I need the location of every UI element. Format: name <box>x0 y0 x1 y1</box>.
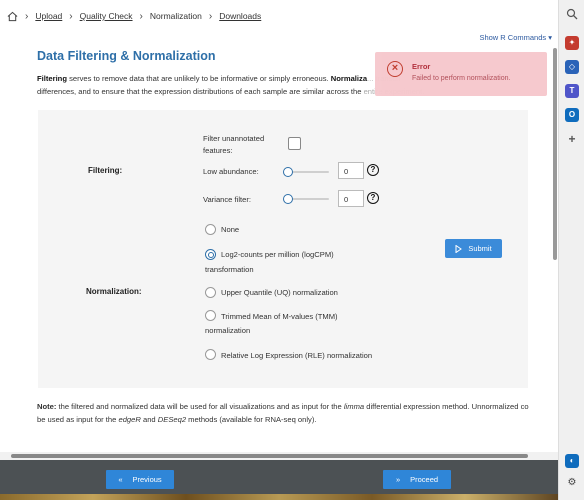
radio-none-label: None <box>221 225 240 234</box>
search-icon[interactable] <box>565 8 579 22</box>
radio-uq-label: Upper Quantile (UQ) normalization <box>221 288 338 297</box>
play-icon <box>455 244 463 253</box>
chevron-right-icon: › <box>25 10 29 22</box>
variance-filter-input[interactable]: 0 <box>338 190 364 207</box>
add-icon[interactable]: + <box>565 132 579 146</box>
breadcrumb: › Upload › Quality Check › Normalization… <box>0 0 558 32</box>
previous-button[interactable]: « Previous <box>106 470 174 489</box>
filter-unannotated-checkbox[interactable] <box>288 137 301 150</box>
breadcrumb-upload[interactable]: Upload <box>35 11 62 21</box>
office-icon[interactable]: ◇ <box>565 60 579 74</box>
help-icon[interactable]: ? <box>367 164 379 176</box>
error-x-icon: × <box>387 61 403 77</box>
filtering-section-label: Filtering: <box>88 166 123 175</box>
radio-logcpm-label-2: transformation <box>205 265 254 274</box>
help-icon[interactable]: ? <box>367 192 379 204</box>
tools-icon[interactable]: ✦ <box>565 36 579 50</box>
footer-bar: « Previous » Proceed <box>0 460 558 500</box>
radio-tmm-label: Trimmed Mean of M-values (TMM) <box>221 312 338 321</box>
variance-filter-label: Variance filter: <box>203 195 251 204</box>
teams-icon[interactable]: T <box>565 84 579 98</box>
slider-thumb[interactable] <box>283 194 293 204</box>
radio-none[interactable] <box>205 224 216 235</box>
chevron-right-icon: › <box>208 10 213 22</box>
page-title: Data Filtering & Normalization <box>37 49 216 63</box>
breadcrumb-downloads[interactable]: Downloads <box>219 11 261 21</box>
low-abundance-label: Low abundance: <box>203 167 259 176</box>
horizontal-scrollbar[interactable] <box>0 452 558 460</box>
show-r-commands-link[interactable]: Show R Commands ▾ <box>479 33 552 42</box>
double-chevron-left-icon: « <box>118 475 123 484</box>
low-abundance-slider[interactable] <box>283 167 329 177</box>
slider-thumb[interactable] <box>283 167 293 177</box>
radio-rle-label: Relative Log Expression (RLE) normalizat… <box>221 351 373 360</box>
radio-logcpm[interactable] <box>205 249 216 260</box>
low-abundance-input[interactable]: 0 <box>338 162 364 179</box>
toast-message: Failed to perform normalization. <box>412 75 511 82</box>
error-toast[interactable]: × Error Failed to perform normalization. <box>375 52 547 96</box>
toast-title: Error <box>412 62 431 71</box>
radio-uq[interactable] <box>205 287 216 298</box>
browser-sidebar: ✦ ◇ T O + ◐ ⚙ <box>558 0 584 500</box>
normalization-section-label: Normalization: <box>86 287 142 296</box>
chevron-right-icon: › <box>139 10 143 22</box>
note-text: Note: the filtered and normalized data w… <box>37 402 529 424</box>
submit-button[interactable]: Submit <box>445 239 502 258</box>
radio-tmm[interactable] <box>205 310 216 321</box>
copilot-icon[interactable]: ◐ <box>565 454 579 468</box>
double-chevron-right-icon: » <box>395 475 401 484</box>
unannotated-label: Filter unannotated features: <box>203 134 265 155</box>
desktop-background <box>0 494 558 500</box>
radio-tmm-label-2: normalization <box>205 326 251 335</box>
variance-filter-slider[interactable] <box>283 194 329 204</box>
home-icon[interactable] <box>7 11 18 22</box>
proceed-button[interactable]: » Proceed <box>383 470 451 489</box>
breadcrumb-normalization: Normalization <box>149 11 202 21</box>
outlook-icon[interactable]: O <box>565 108 579 122</box>
gear-icon[interactable]: ⚙ <box>565 476 579 490</box>
radio-logcpm-label: Log2-counts per million (logCPM) <box>221 250 334 259</box>
breadcrumb-quality-check[interactable]: Quality Check <box>80 11 133 21</box>
main-content: Show R Commands ▾ Data Filtering & Norma… <box>0 32 558 460</box>
chevron-right-icon: › <box>69 10 73 22</box>
radio-rle[interactable] <box>205 349 216 360</box>
